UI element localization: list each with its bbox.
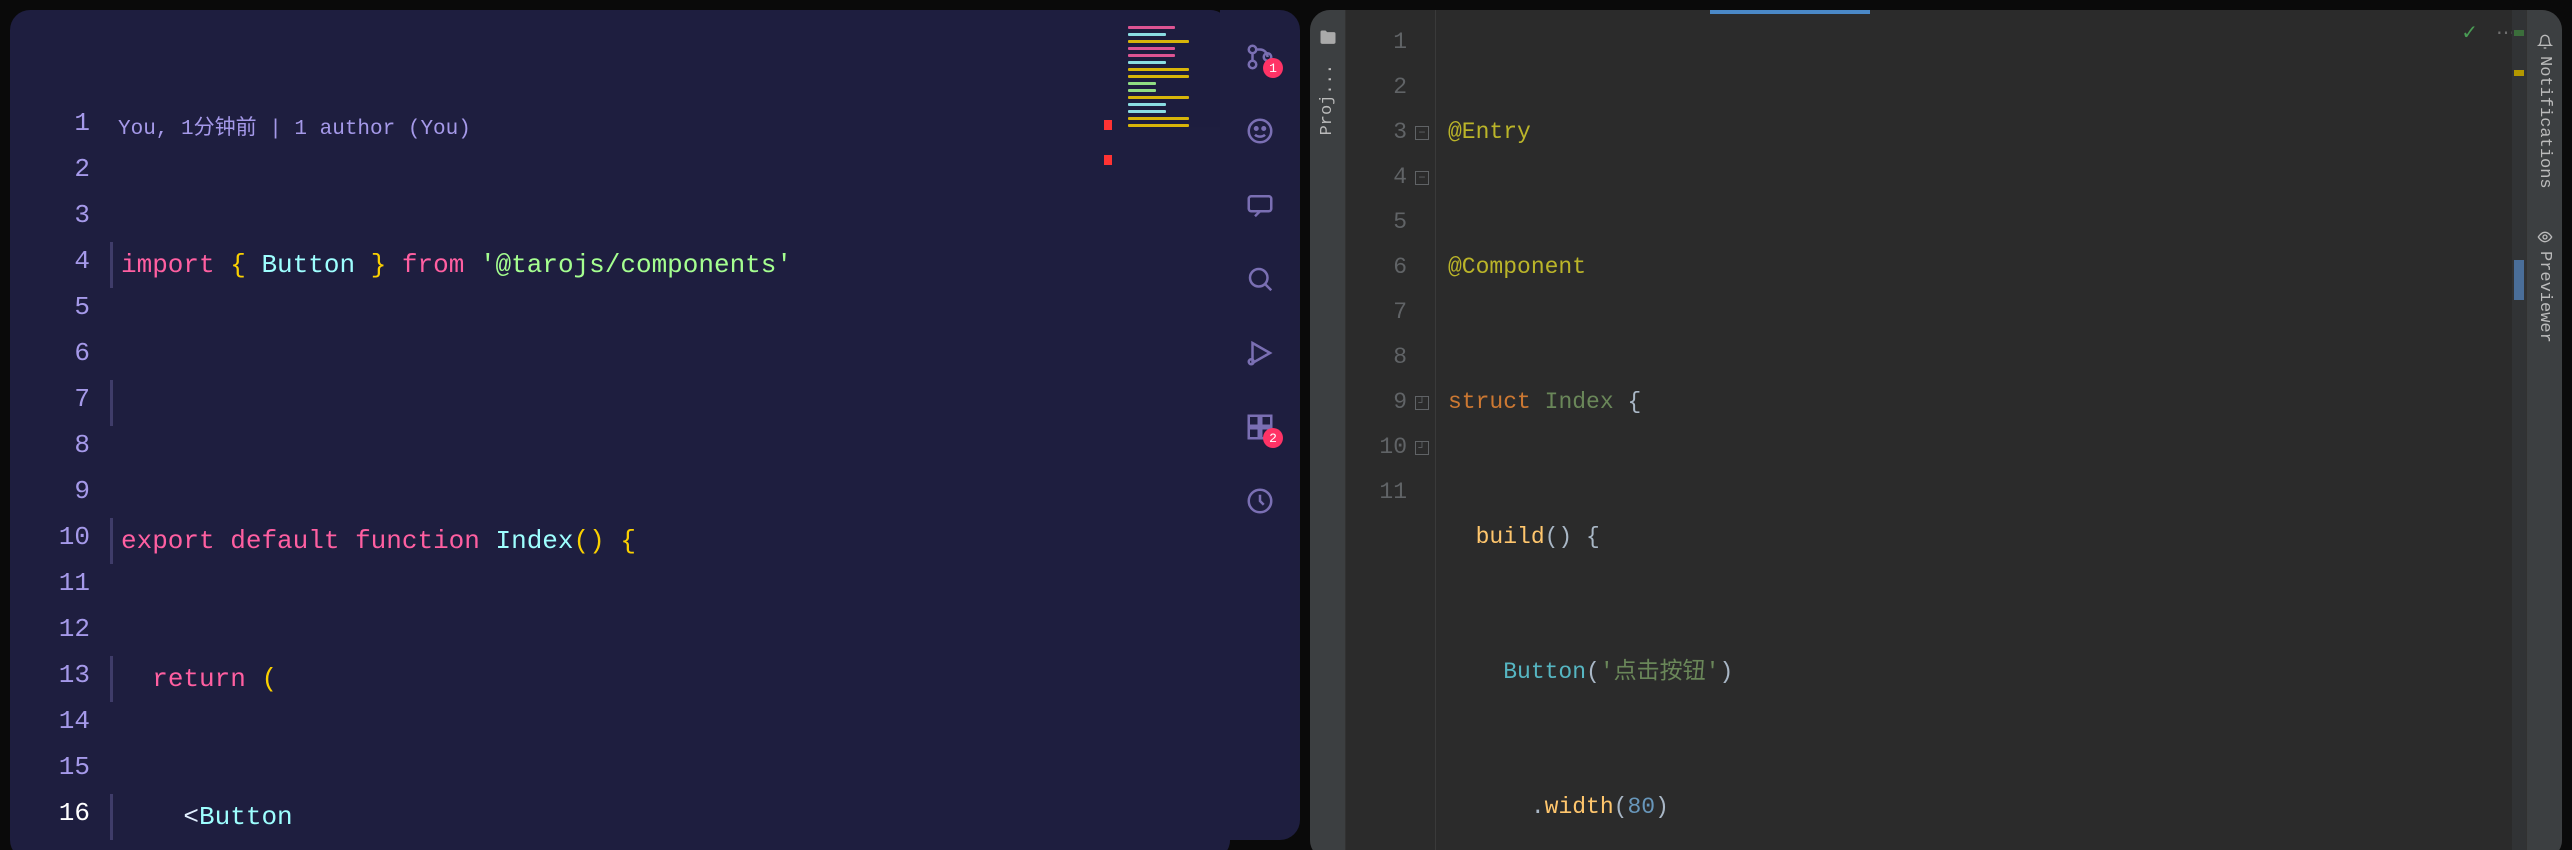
fold-end[interactable]: ┘ [1415, 396, 1429, 410]
fold-end[interactable]: ┘ [1415, 441, 1429, 455]
code-line[interactable]: @Component [1436, 245, 2526, 290]
line-number: 2 [10, 146, 110, 192]
code-line[interactable]: @Entry [1436, 110, 2526, 155]
left-editor-pane: 1 2 3 4 5 6 7 8 9 10 11 12 13 14 15 16 Y… [10, 10, 1230, 850]
line-number: 4 [10, 238, 110, 284]
code-line[interactable]: export default function Index() { [110, 518, 1230, 564]
code-line[interactable] [110, 380, 1230, 426]
line-number: 10 [10, 514, 110, 560]
project-tool-tab[interactable]: Proj... [1314, 56, 1341, 143]
code-line[interactable]: return ( [110, 656, 1230, 702]
line-number: 1 [1346, 20, 1435, 65]
right-gutter: 1 2 3− 4− 5 6 7 8 9┘ 10┘ 11 [1346, 10, 1436, 850]
line-number: 6 [10, 330, 110, 376]
line-number: 13 [10, 652, 110, 698]
code-line[interactable]: .width(80) [1436, 785, 2526, 830]
line-number: 8 [10, 422, 110, 468]
fold-toggle[interactable]: − [1415, 126, 1429, 140]
right-editor-pane: Proj... 1 2 3− 4− 5 6 7 8 9┘ 10┘ 11 @Ent… [1310, 10, 2562, 850]
code-line[interactable]: build() { [1436, 515, 2526, 560]
inspection-widget[interactable]: ✓ ⋯ [2461, 20, 2516, 46]
fold-toggle[interactable]: − [1415, 171, 1429, 185]
extensions-icon[interactable]: 2 [1243, 410, 1277, 444]
codelens-authors[interactable]: You, 1分钟前 | 1 author (You) [110, 110, 1230, 150]
warn-marker[interactable] [2514, 70, 2524, 76]
workspace: 1 2 3 4 5 6 7 8 9 10 11 12 13 14 15 16 Y… [0, 0, 2572, 850]
code-line[interactable]: Button('点击按钮') [1436, 650, 2526, 695]
git-changes-badge: 1 [1263, 58, 1283, 78]
line-number: 2 [1346, 65, 1435, 110]
minimap[interactable] [1120, 10, 1230, 850]
info-marker[interactable] [2514, 30, 2524, 36]
left-gutter: 1 2 3 4 5 6 7 8 9 10 11 12 13 14 15 16 [10, 10, 110, 850]
line-number: 5 [1346, 200, 1435, 245]
line-number: 3− [1346, 110, 1435, 155]
line-number: 11 [10, 560, 110, 606]
right-editor-main: 1 2 3− 4− 5 6 7 8 9┘ 10┘ 11 @Entry @Comp… [1346, 10, 2526, 850]
check-ok-icon[interactable]: ✓ [2461, 20, 2478, 46]
minimap-content [1120, 10, 1230, 143]
line-number: 12 [10, 606, 110, 652]
line-number: 1 [10, 100, 110, 146]
line-number: 16 [10, 790, 110, 836]
line-number: 6 [1346, 245, 1435, 290]
code-line[interactable]: <Button [110, 794, 1230, 840]
line-number: 15 [10, 744, 110, 790]
search-icon[interactable] [1243, 262, 1277, 296]
timeline-icon[interactable] [1243, 484, 1277, 518]
line-number: 3 [10, 192, 110, 238]
left-tool-window-bar: Proj... [1310, 10, 1346, 850]
code-line[interactable]: import { Button } from '@tarojs/componen… [110, 242, 1230, 288]
overview-ruler[interactable] [1104, 10, 1112, 850]
debug-icon[interactable] [1243, 336, 1277, 370]
error-marker[interactable] [1104, 155, 1112, 165]
extensions-badge: 2 [1263, 428, 1283, 448]
right-tool-window-bar: Notifications Previewer [2526, 10, 2562, 850]
chat-icon[interactable] [1243, 188, 1277, 222]
selection-marker[interactable] [2514, 260, 2524, 300]
error-marker[interactable] [1104, 120, 1112, 130]
vscode-action-bar: 1 2 [1220, 10, 1300, 840]
line-number: 14 [10, 698, 110, 744]
line-number: 11 [1346, 470, 1435, 515]
line-number: 10┘ [1346, 425, 1435, 470]
notifications-tool-tab[interactable]: Notifications [2531, 26, 2558, 197]
line-number: 7 [10, 376, 110, 422]
right-code-area[interactable]: @Entry @Component struct Index { build()… [1436, 10, 2526, 850]
previewer-tool-tab[interactable]: Previewer [2531, 221, 2558, 351]
left-code-area[interactable]: You, 1分钟前 | 1 author (You) import { Butt… [110, 10, 1230, 850]
line-number: 5 [10, 284, 110, 330]
line-number: 7 [1346, 290, 1435, 335]
line-number: 8 [1346, 335, 1435, 380]
right-overview-ruler[interactable] [2512, 10, 2526, 850]
line-number: 9 [10, 468, 110, 514]
line-number: 4− [1346, 155, 1435, 200]
code-line[interactable]: struct Index { [1436, 380, 2526, 425]
line-number: 9┘ [1346, 380, 1435, 425]
copilot-icon[interactable] [1243, 114, 1277, 148]
project-folder-icon[interactable] [1318, 28, 1338, 48]
source-control-icon[interactable]: 1 [1243, 40, 1277, 74]
eye-icon [2537, 229, 2553, 245]
bell-icon [2537, 34, 2553, 50]
